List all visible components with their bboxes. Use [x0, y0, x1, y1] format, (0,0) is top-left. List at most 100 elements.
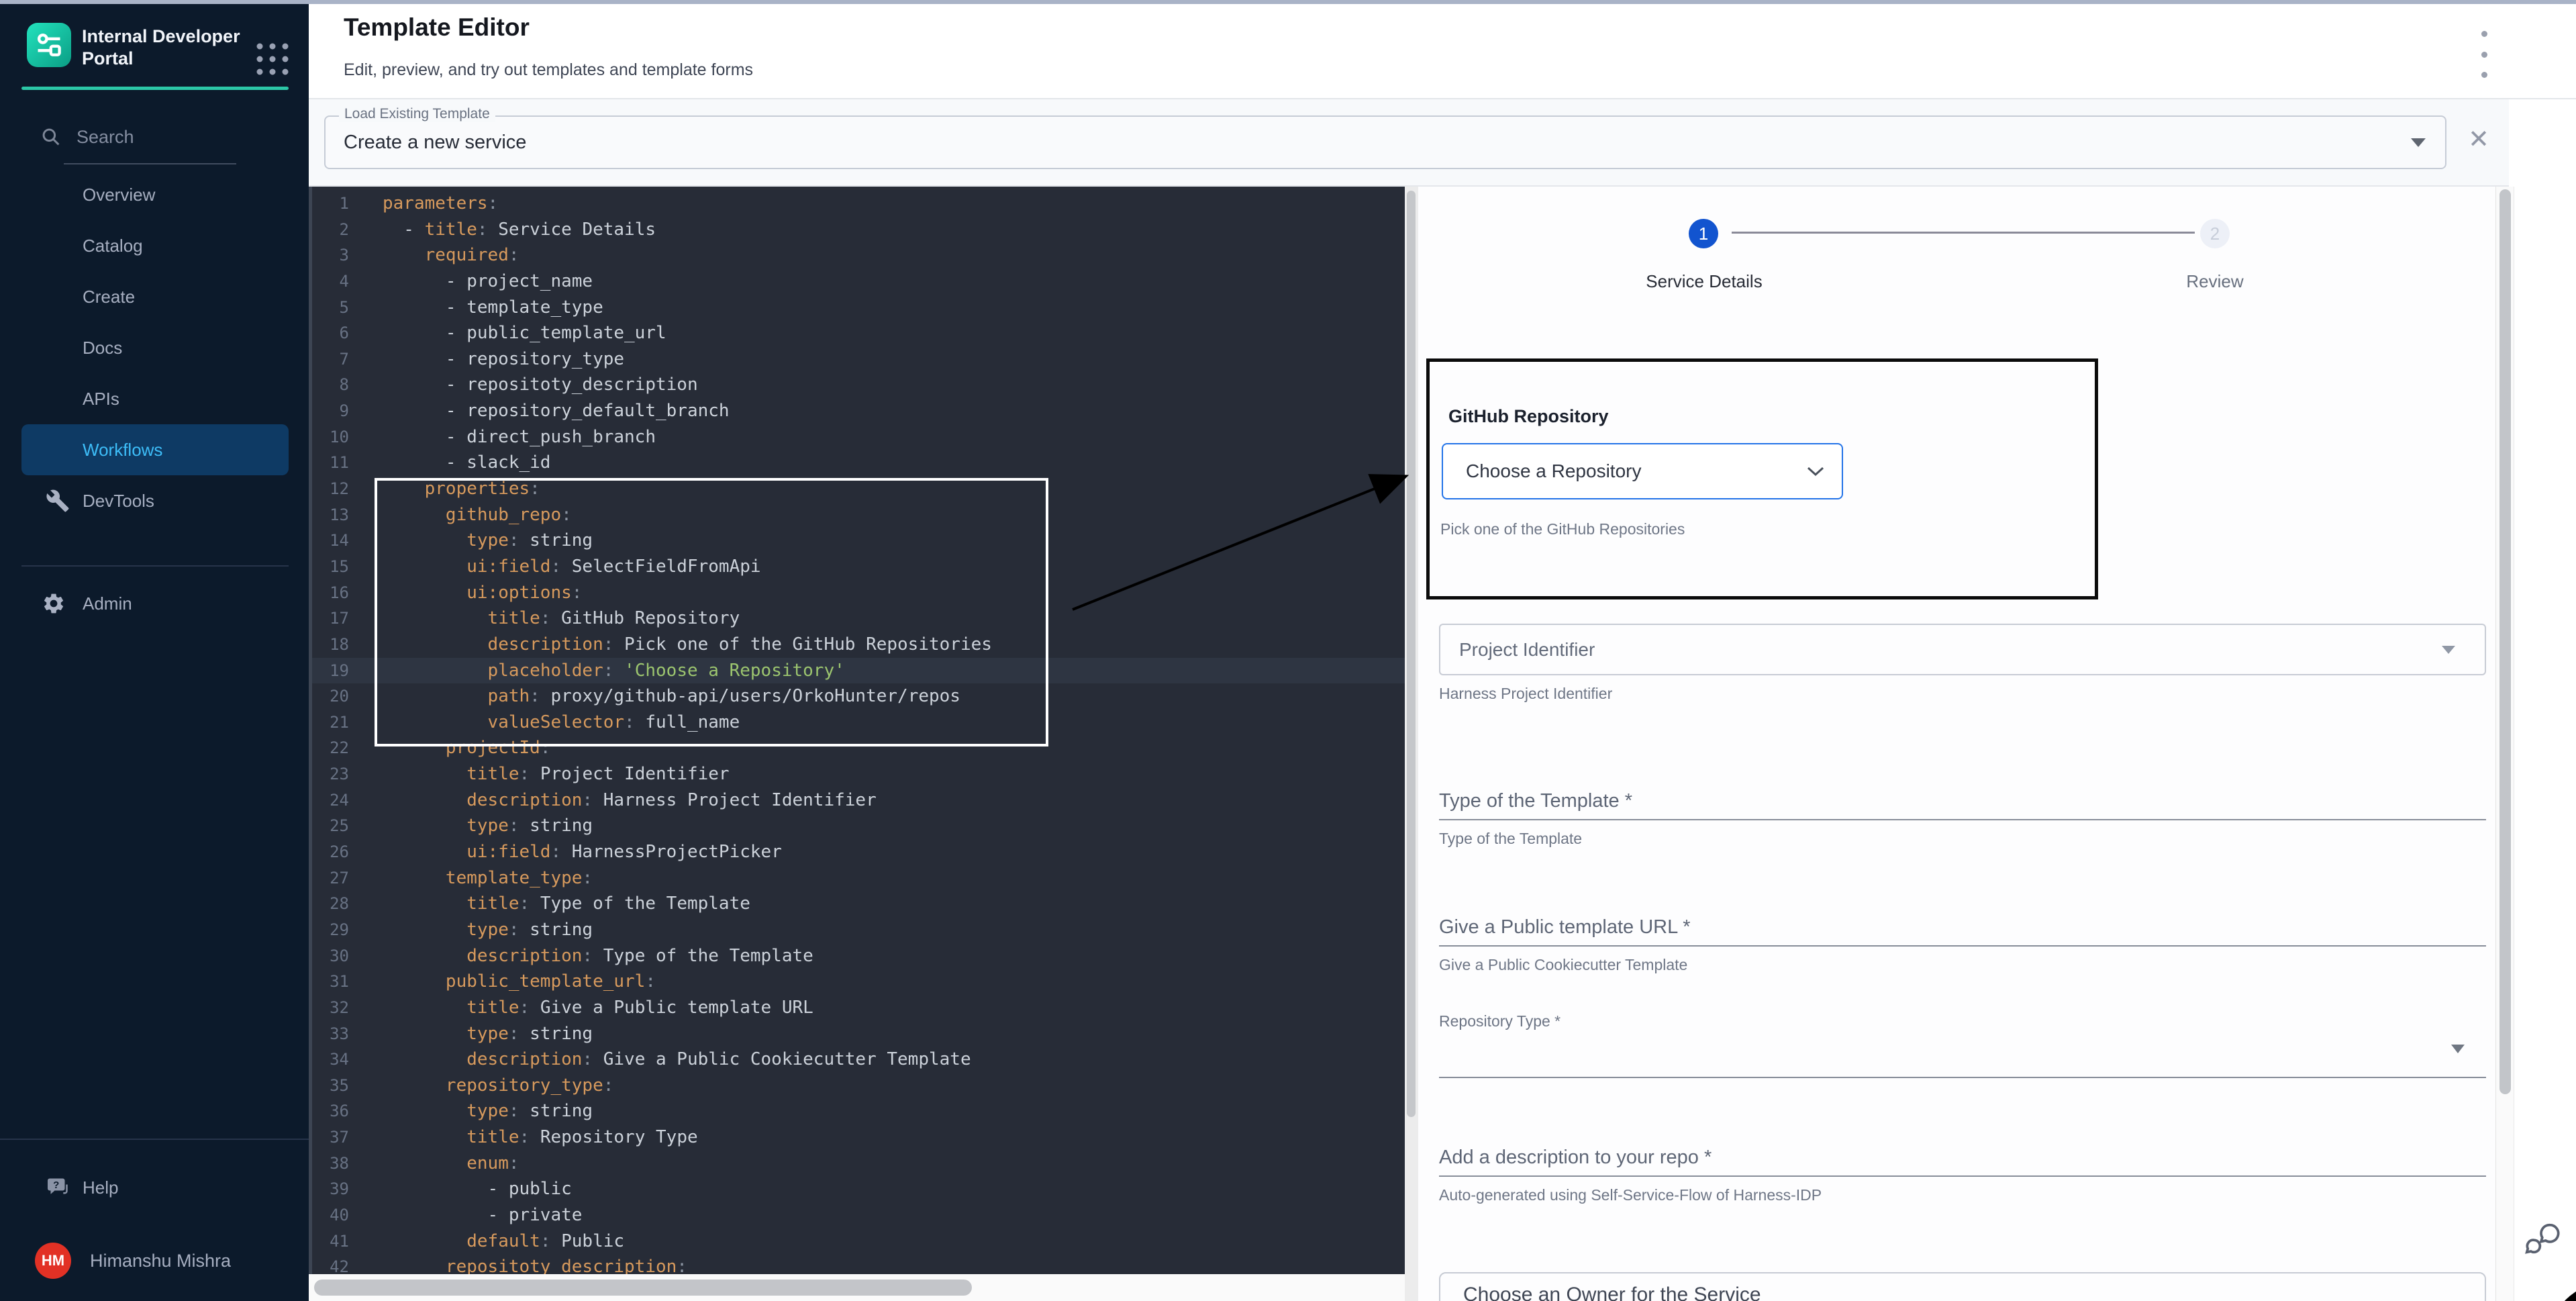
code-line-23[interactable]: 23 title: Project Identifier	[312, 761, 1405, 787]
app-logo[interactable]	[27, 23, 71, 67]
repo-description-field[interactable]: Add a description to your repo * Auto-ge…	[1439, 1146, 2486, 1169]
code-line-18[interactable]: 18 description: Pick one of the GitHub R…	[312, 632, 1405, 658]
code-line-34[interactable]: 34 description: Give a Public Cookiecutt…	[312, 1047, 1405, 1073]
code-line-25[interactable]: 25 type: string	[312, 813, 1405, 839]
sidebar-item-catalog[interactable]: Catalog	[21, 220, 289, 271]
code-text: title: Give a Public template URL	[383, 995, 813, 1021]
code-line-33[interactable]: 33 type: string	[312, 1021, 1405, 1047]
code-line-39[interactable]: 39 - public	[312, 1176, 1405, 1202]
github-repository-select[interactable]: Choose a Repository	[1442, 443, 1843, 499]
code-line-2[interactable]: 2 - title: Service Details	[312, 217, 1405, 243]
code-line-29[interactable]: 29 type: string	[312, 917, 1405, 943]
github-repository-value: Choose a Repository	[1466, 461, 1641, 482]
code-line-7[interactable]: 7 - repository_type	[312, 346, 1405, 373]
line-number: 14	[312, 528, 383, 554]
code-text: ui:field: SelectFieldFromApi	[383, 554, 761, 580]
field-label: Add a description to your repo *	[1439, 1146, 2486, 1169]
code-line-5[interactable]: 5 - template_type	[312, 295, 1405, 321]
sidebar-item-label: Admin	[83, 593, 132, 614]
stepper-connector	[1732, 232, 2195, 234]
code-line-19[interactable]: 19 placeholder: 'Choose a Repository'	[312, 658, 1405, 684]
apps-grid-icon[interactable]	[254, 40, 291, 78]
support-chat-icon[interactable]	[2522, 1219, 2563, 1259]
line-number: 5	[312, 295, 383, 321]
code-line-24[interactable]: 24 description: Harness Project Identifi…	[312, 787, 1405, 814]
close-icon[interactable]: ✕	[2462, 122, 2495, 156]
line-number: 12	[312, 476, 383, 502]
code-line-37[interactable]: 37 title: Repository Type	[312, 1124, 1405, 1151]
sidebar-item-admin[interactable]: Admin	[21, 578, 289, 629]
code-lines: 1parameters:2 - title: Service Details3 …	[312, 191, 1405, 1280]
dropdown-caret-icon[interactable]	[2451, 1045, 2465, 1053]
code-line-4[interactable]: 4 - project_name	[312, 269, 1405, 295]
line-number: 3	[312, 242, 383, 269]
repository-type-underline[interactable]	[1439, 1077, 2486, 1078]
code-line-38[interactable]: 38 enum:	[312, 1151, 1405, 1177]
sidebar-item-devtools[interactable]: DevTools	[21, 475, 289, 526]
load-template-select[interactable]	[324, 115, 2446, 169]
sidebar-item-apis[interactable]: APIs	[21, 373, 289, 424]
code-line-41[interactable]: 41 default: Public	[312, 1228, 1405, 1255]
code-line-6[interactable]: 6 - public_template_url	[312, 320, 1405, 346]
public-template-url-field[interactable]: Give a Public template URL * Give a Publ…	[1439, 916, 2486, 938]
sidebar-item-help[interactable]: ? Help	[21, 1162, 289, 1213]
sidebar-item-overview[interactable]: Overview	[21, 169, 289, 220]
code-line-21[interactable]: 21 valueSelector: full_name	[312, 710, 1405, 736]
code-line-32[interactable]: 32 title: Give a Public template URL	[312, 995, 1405, 1021]
template-type-field[interactable]: Type of the Template * Type of the Templ…	[1439, 789, 2486, 812]
code-text: repository_type:	[383, 1073, 613, 1099]
sidebar-item-docs[interactable]: Docs	[21, 322, 289, 373]
kebab-menu-icon[interactable]	[2474, 31, 2494, 78]
code-text: - public	[383, 1176, 572, 1202]
idp-logo-icon	[34, 30, 64, 60]
field-label: Give a Public template URL *	[1439, 916, 2486, 938]
code-line-28[interactable]: 28 title: Type of the Template	[312, 891, 1405, 917]
code-line-9[interactable]: 9 - repository_default_branch	[312, 398, 1405, 424]
editor-vertical-scrollbar-thumb[interactable]	[1407, 191, 1416, 1117]
sidebar-search[interactable]: Search	[40, 122, 268, 152]
code-line-12[interactable]: 12 properties:	[312, 476, 1405, 502]
line-number: 38	[312, 1151, 383, 1177]
code-line-15[interactable]: 15 ui:field: SelectFieldFromApi	[312, 554, 1405, 580]
code-line-27[interactable]: 27 template_type:	[312, 865, 1405, 892]
sidebar-item-create[interactable]: Create	[21, 271, 289, 322]
code-line-14[interactable]: 14 type: string	[312, 528, 1405, 554]
code-line-22[interactable]: 22 projectId:	[312, 735, 1405, 761]
editor-horizontal-scrollbar-thumb[interactable]	[314, 1280, 972, 1296]
code-line-10[interactable]: 10 - direct_push_branch	[312, 424, 1405, 450]
line-number: 10	[312, 424, 383, 450]
code-line-30[interactable]: 30 description: Type of the Template	[312, 943, 1405, 969]
step-2-indicator[interactable]: 2	[2200, 219, 2230, 248]
line-number: 25	[312, 813, 383, 839]
project-identifier-select[interactable]: Project Identifier	[1439, 624, 2486, 675]
page-subtitle: Edit, preview, and try out templates and…	[344, 60, 753, 80]
page-scrollbar-thumb[interactable]	[2499, 189, 2511, 1094]
line-number: 33	[312, 1021, 383, 1047]
code-line-35[interactable]: 35 repository_type:	[312, 1073, 1405, 1099]
code-line-36[interactable]: 36 type: string	[312, 1098, 1405, 1124]
line-number: 37	[312, 1124, 383, 1151]
code-line-16[interactable]: 16 ui:options:	[312, 580, 1405, 606]
line-number: 7	[312, 346, 383, 373]
step-2-label: Review	[2114, 271, 2316, 292]
code-line-31[interactable]: 31 public_template_url:	[312, 969, 1405, 995]
code-line-20[interactable]: 20 path: proxy/github-api/users/OrkoHunt…	[312, 683, 1405, 710]
code-line-3[interactable]: 3 required:	[312, 242, 1405, 269]
dropdown-caret-icon[interactable]	[2411, 138, 2426, 147]
code-line-13[interactable]: 13 github_repo:	[312, 502, 1405, 528]
yaml-editor[interactable]: 1parameters:2 - title: Service Details3 …	[309, 187, 1405, 1301]
sidebar: Internal Developer Portal Search Overvie…	[0, 4, 309, 1301]
code-line-1[interactable]: 1parameters:	[312, 191, 1405, 217]
sidebar-item-workflows[interactable]: Workflows	[21, 424, 289, 475]
code-line-40[interactable]: 40 - private	[312, 1202, 1405, 1228]
line-number: 13	[312, 502, 383, 528]
user-menu[interactable]: HM Himanshu Mishra	[21, 1235, 289, 1286]
search-label: Search	[77, 127, 134, 148]
code-text: properties:	[383, 476, 540, 502]
code-line-17[interactable]: 17 title: GitHub Repository	[312, 606, 1405, 632]
sidebar-item-label: Docs	[83, 338, 122, 358]
code-line-11[interactable]: 11 - slack_id	[312, 450, 1405, 476]
code-line-26[interactable]: 26 ui:field: HarnessProjectPicker	[312, 839, 1405, 865]
code-line-8[interactable]: 8 - repositoty_description	[312, 372, 1405, 398]
step-1-indicator[interactable]: 1	[1689, 219, 1718, 248]
